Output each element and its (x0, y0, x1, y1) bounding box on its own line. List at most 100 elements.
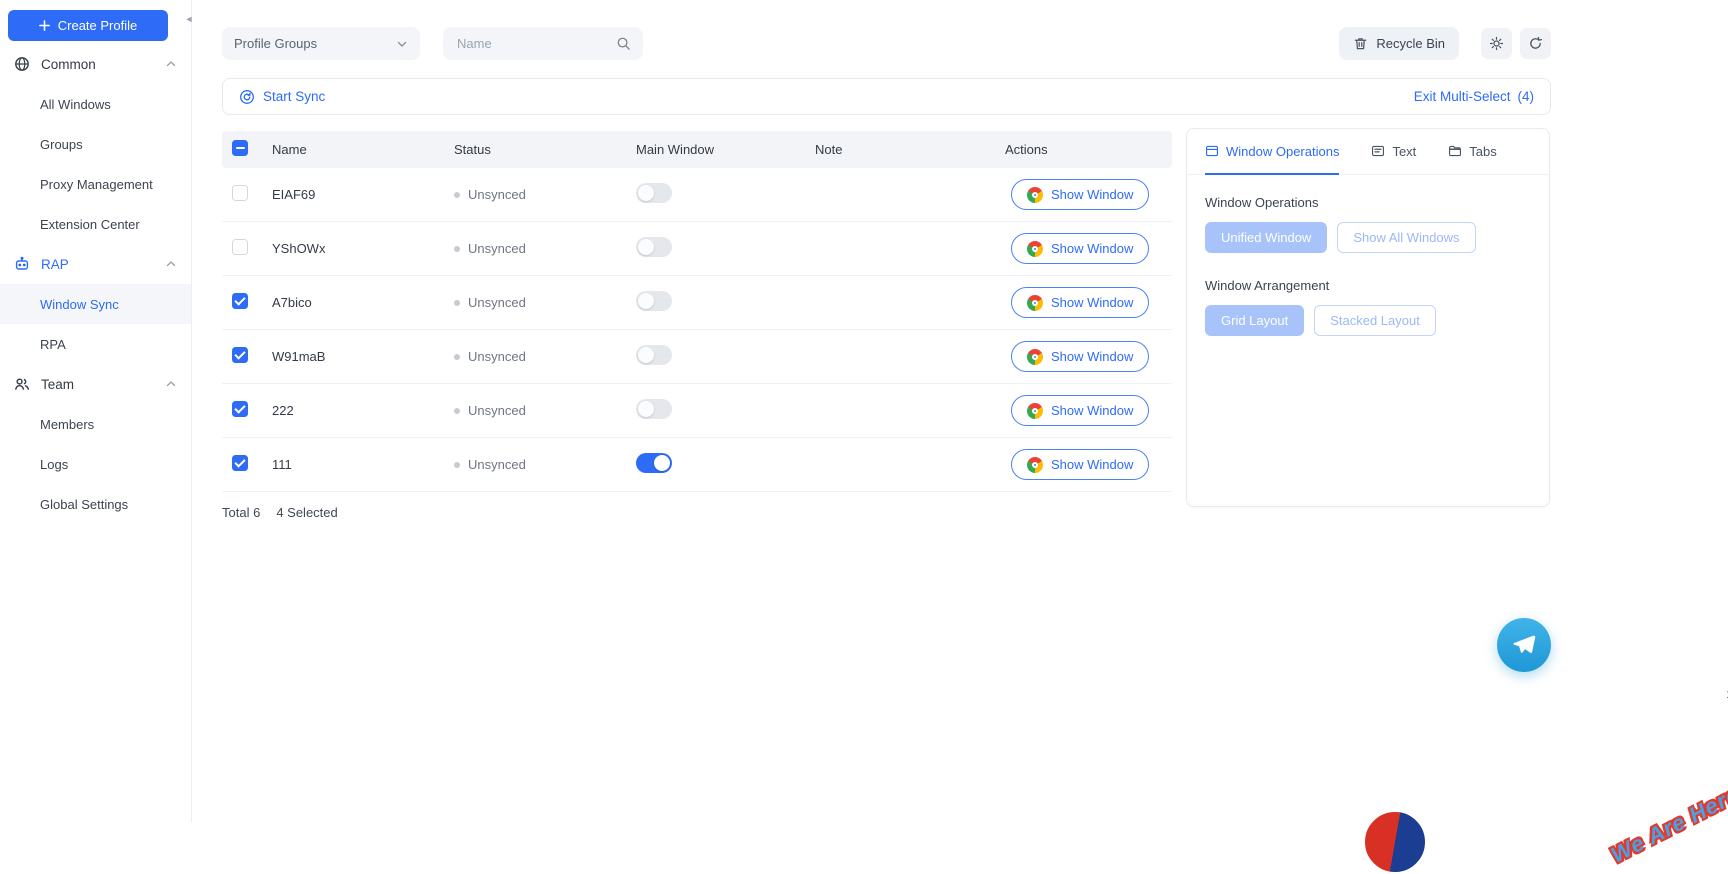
sidebar-item-label: Members (40, 417, 94, 432)
recycle-bin-label: Recycle Bin (1376, 36, 1445, 51)
create-profile-button[interactable]: Create Profile (8, 10, 168, 41)
show-window-label: Show Window (1051, 241, 1133, 256)
main-window-toggle[interactable] (636, 183, 672, 203)
status-label: Unsynced (468, 403, 526, 418)
row-checkbox[interactable] (232, 185, 248, 201)
sidebar-item-label: Window Sync (40, 297, 119, 312)
main-window-toggle[interactable] (636, 345, 672, 365)
chrome-icon (1027, 187, 1043, 203)
status-dot (454, 462, 460, 468)
status-cell: Unsynced (454, 349, 636, 364)
row-checkbox[interactable] (232, 401, 248, 417)
chrome-icon (1027, 457, 1043, 473)
sidebar-item-rpa[interactable]: RPA (0, 324, 191, 364)
status-dot (454, 354, 460, 360)
search-input[interactable] (455, 35, 605, 52)
status-cell: Unsynced (454, 295, 636, 310)
select-all-checkbox[interactable] (232, 140, 248, 156)
chevron-up-icon (165, 58, 177, 70)
show-window-button[interactable]: Show Window (1011, 287, 1149, 318)
status-dot (454, 246, 460, 252)
toggle-knob (654, 455, 670, 471)
we-are-here-badge: We Are Here (1607, 781, 1728, 868)
sidebar-item-groups[interactable]: Groups (0, 124, 191, 164)
sidebar-item-global-settings[interactable]: Global Settings (0, 484, 191, 524)
show-window-button[interactable]: Show Window (1011, 395, 1149, 426)
sidebar-section-header-rap[interactable]: RAP (0, 244, 191, 284)
sidebar-item-window-sync[interactable]: Window Sync (0, 284, 191, 324)
start-sync-button[interactable]: Start Sync (239, 89, 325, 105)
actions-cell: Show Window (1005, 287, 1172, 318)
refresh-button[interactable] (1520, 28, 1551, 59)
table-row: 222 Unsynced Show Window (222, 384, 1172, 438)
tab-tabs[interactable]: Tabs (1448, 129, 1496, 175)
table-row: EIAF69 Unsynced Show Window (222, 168, 1172, 222)
tab-label: Window Operations (1226, 144, 1339, 159)
settings-button[interactable] (1481, 28, 1512, 59)
main-window-toggle[interactable] (636, 237, 672, 257)
tabs-icon (1448, 144, 1462, 158)
main-window-toggle[interactable] (636, 291, 672, 311)
status-dot (454, 192, 460, 198)
actions-cell: Show Window (1005, 449, 1172, 480)
status-dot (454, 408, 460, 414)
window-operations-title: Window Operations (1205, 195, 1531, 210)
show-window-button[interactable]: Show Window (1011, 233, 1149, 264)
search-icon[interactable] (616, 36, 631, 51)
row-checkbox[interactable] (232, 347, 248, 363)
panel-tabs: Window Operations Text Tabs (1187, 129, 1549, 175)
status-cell: Unsynced (454, 241, 636, 256)
sidebar-item-proxy-management[interactable]: Proxy Management (0, 164, 191, 204)
gear-icon (1489, 36, 1504, 51)
recycle-bin-button[interactable]: Recycle Bin (1339, 27, 1459, 60)
sidebar-item-extension-center[interactable]: Extension Center (0, 204, 191, 244)
table-row: W91maB Unsynced Show Window (222, 330, 1172, 384)
unified-window-button[interactable]: Unified Window (1205, 222, 1327, 253)
col-header-status: Status (454, 142, 636, 157)
sidebar-section-header-common[interactable]: Common (0, 44, 191, 84)
profile-name: 111 (272, 457, 454, 472)
sidebar-item-all-windows[interactable]: All Windows (0, 84, 191, 124)
stacked-layout-button[interactable]: Stacked Layout (1314, 305, 1436, 336)
main-window-toggle[interactable] (636, 399, 672, 419)
telegram-button[interactable] (1497, 618, 1551, 672)
section-label: RAP (41, 257, 165, 272)
show-all-windows-button[interactable]: Show All Windows (1337, 222, 1475, 253)
toggle-knob (638, 239, 654, 255)
actions-cell: Show Window (1005, 395, 1172, 426)
tab-text[interactable]: Text (1371, 129, 1416, 175)
actions-cell: Show Window (1005, 179, 1172, 210)
tab-window-operations[interactable]: Window Operations (1205, 129, 1339, 175)
sidebar-item-label: RPA (40, 337, 66, 352)
exit-multi-select-button[interactable]: Exit Multi-Select (4) (1414, 89, 1534, 104)
row-checkbox[interactable] (232, 455, 248, 471)
table-row: YShOWx Unsynced Show Window (222, 222, 1172, 276)
grid-layout-button[interactable]: Grid Layout (1205, 305, 1304, 336)
sidebar-item-label: Extension Center (40, 217, 140, 232)
table-row: 111 Unsynced Show Window (222, 438, 1172, 492)
sidebar-section-header-team[interactable]: Team (0, 364, 191, 404)
window-icon (1205, 144, 1219, 158)
refresh-icon (1528, 36, 1543, 51)
toggle-knob (638, 293, 654, 309)
main-window-cell (636, 345, 815, 368)
show-window-button[interactable]: Show Window (1011, 341, 1149, 372)
toggle-knob (638, 401, 654, 417)
main-window-cell (636, 237, 815, 260)
sidebar-item-label: Groups (40, 137, 83, 152)
profile-groups-dropdown[interactable]: Profile Groups (222, 27, 420, 60)
sidebar-item-logs[interactable]: Logs (0, 444, 191, 484)
row-checkbox[interactable] (232, 239, 248, 255)
tab-label: Text (1392, 144, 1416, 159)
main-window-toggle[interactable] (636, 453, 672, 473)
profile-name: 222 (272, 403, 454, 418)
show-window-button[interactable]: Show Window (1011, 179, 1149, 210)
sidebar-item-members[interactable]: Members (0, 404, 191, 444)
collapse-sidebar-icon[interactable]: ◄ (183, 11, 195, 27)
row-checkbox[interactable] (232, 293, 248, 309)
status-cell: Unsynced (454, 187, 636, 202)
window-operations-buttons: Unified Window Show All Windows (1205, 222, 1531, 253)
show-window-button[interactable]: Show Window (1011, 449, 1149, 480)
chevron-up-icon (165, 378, 177, 390)
chrome-icon (1027, 349, 1043, 365)
